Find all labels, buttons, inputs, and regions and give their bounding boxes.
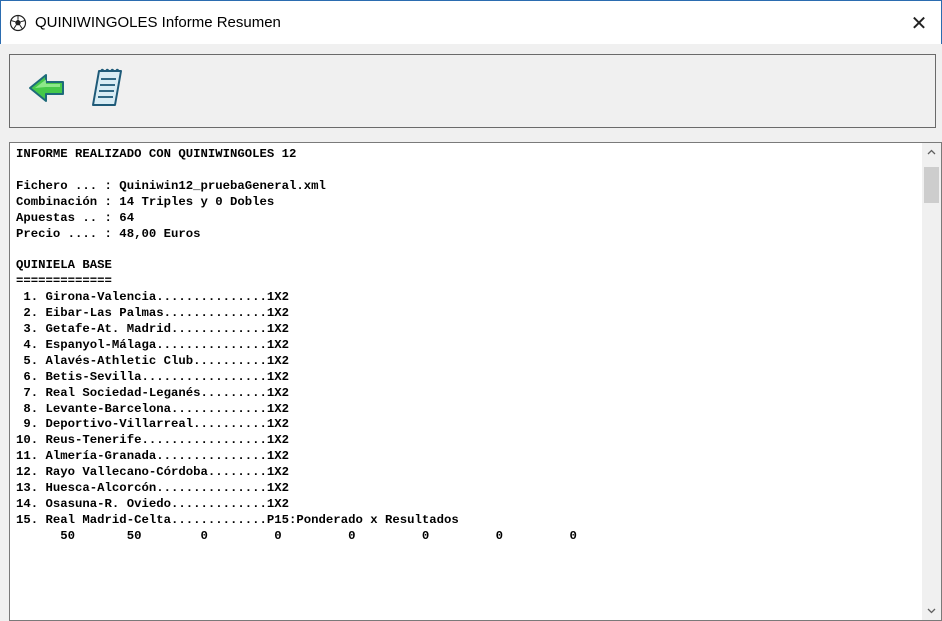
- section-title: QUINIELA BASE: [16, 258, 112, 273]
- report-header: INFORME REALIZADO CON QUINIWINGOLES 12: [16, 147, 297, 161]
- chevron-down-icon: [927, 608, 936, 614]
- green-left-arrow-icon: [27, 71, 67, 109]
- close-button[interactable]: ✕: [899, 5, 939, 41]
- match-line: 1. Girona-Valencia...............1X2: [16, 290, 290, 305]
- info-line-file: Fichero ... : Quiniwin12_pruebaGeneral.x…: [16, 178, 326, 193]
- section-underline: =============: [16, 274, 112, 289]
- notepad-button[interactable]: [84, 67, 130, 113]
- match-line: 14. Osasuna-R. Oviedo.............1X2: [16, 496, 290, 511]
- match-line: 5. Alavés-Athletic Club..........1X2: [16, 353, 290, 368]
- vertical-scrollbar[interactable]: [922, 143, 941, 620]
- match-line: 2. Eibar-Las Palmas..............1X2: [16, 306, 290, 321]
- match-line: 7. Real Sociedad-Leganés.........1X2: [16, 385, 290, 400]
- match-line: 8. Levante-Barcelona.............1X2: [16, 401, 290, 416]
- match-line: 6. Betis-Sevilla.................1X2: [16, 369, 290, 384]
- report-text-area[interactable]: INFORME REALIZADO CON QUINIWINGOLES 12 F…: [9, 142, 942, 621]
- match-line: 4. Espanyol-Málaga...............1X2: [16, 337, 290, 352]
- scroll-down-button[interactable]: [922, 602, 941, 620]
- match-line: 15. Real Madrid-Celta.............P15:Po…: [16, 512, 459, 527]
- back-button[interactable]: [24, 67, 70, 113]
- chevron-up-icon: [927, 149, 936, 155]
- toolbar: [9, 54, 936, 128]
- soccer-ball-icon: [9, 14, 27, 32]
- notepad-icon: [87, 67, 127, 113]
- match-line: 12. Rayo Vallecano-Córdoba........1X2: [16, 465, 290, 480]
- window-title: QUINIWINGOLES Informe Resumen: [35, 14, 281, 31]
- match-line: 3. Getafe-At. Madrid.............1X2: [16, 321, 290, 336]
- match-line: 10. Reus-Tenerife.................1X2: [16, 433, 290, 448]
- info-line-combination: Combinación : 14 Triples y 0 Dobles: [16, 194, 275, 209]
- p15-values-line: 50 50 0 0 0 0 0 0: [16, 528, 577, 543]
- match-line: 13. Huesca-Alcorcón...............1X2: [16, 481, 290, 496]
- scroll-up-button[interactable]: [922, 143, 941, 161]
- match-line: 11. Almería-Granada...............1X2: [16, 449, 290, 464]
- report-content: INFORME REALIZADO CON QUINIWINGOLES 12 F…: [16, 147, 577, 545]
- scroll-thumb[interactable]: [924, 167, 939, 203]
- title-bar: QUINIWINGOLES Informe Resumen ✕: [0, 0, 942, 44]
- info-line-price: Precio .... : 48,00 Euros: [16, 226, 201, 241]
- match-line: 9. Deportivo-Villarreal..........1X2: [16, 417, 290, 432]
- info-line-bets: Apuestas .. : 64: [16, 210, 135, 225]
